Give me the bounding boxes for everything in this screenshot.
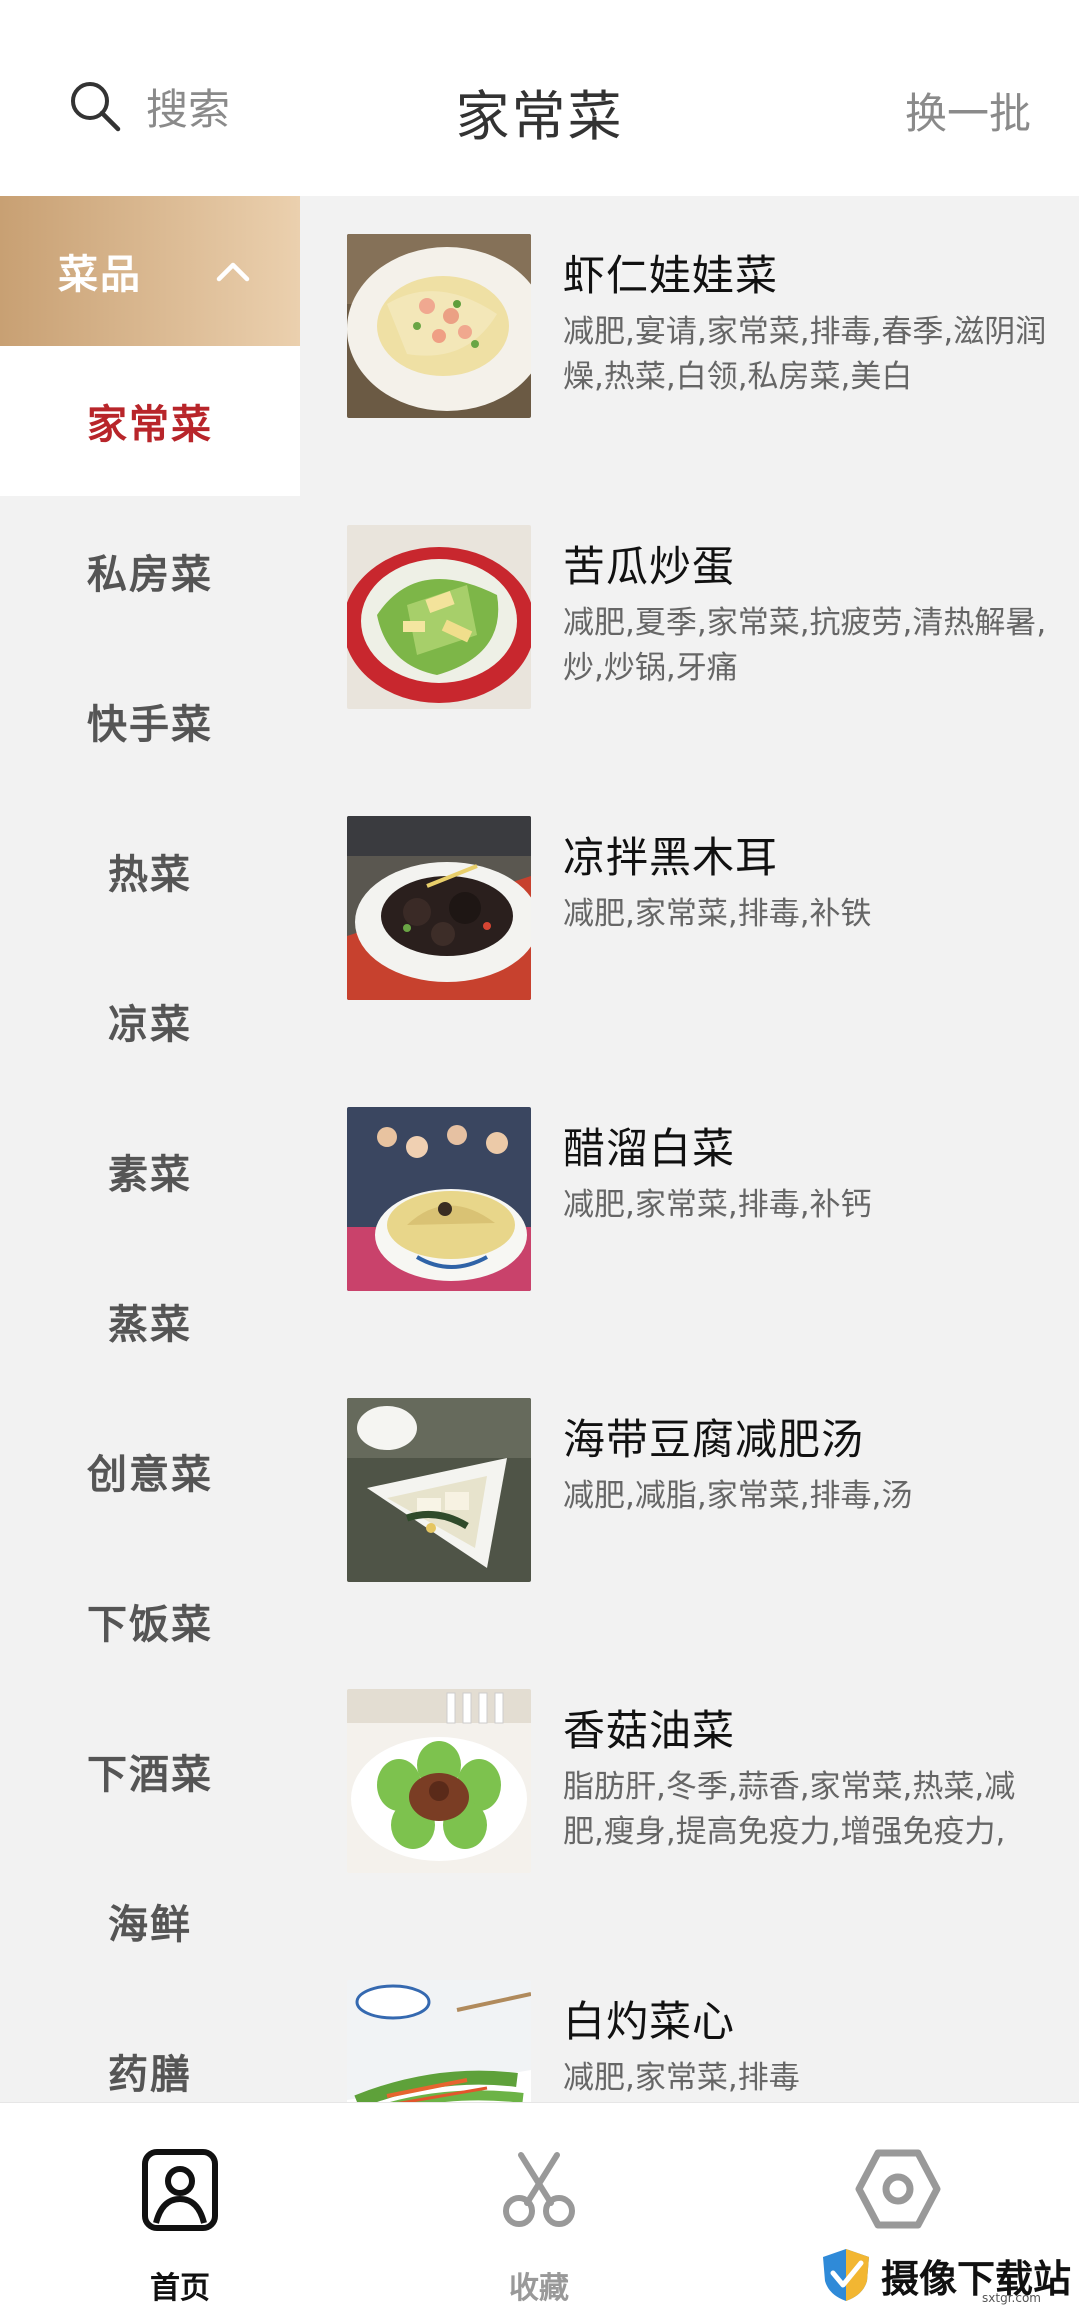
- recipe-thumbnail: [347, 525, 531, 709]
- recipe-tags: 减肥,夏季,家常菜,抗疲劳,清热解暑,炒,炒锅,牙痛: [563, 605, 1047, 686]
- recipe-item[interactable]: 白灼菜心 减肥,家常菜,排毒: [347, 1980, 1067, 2102]
- tab-home-label: 首页: [150, 2271, 210, 2306]
- recipe-title: 虾仁娃娃菜: [563, 251, 779, 300]
- sidebar-item-rice-dishes[interactable]: 下饭菜: [0, 1546, 300, 1696]
- recipe-title: 海带豆腐减肥汤: [563, 1415, 865, 1464]
- tab-favorites[interactable]: 收藏: [449, 2103, 629, 2313]
- settings-hexagon-icon: [855, 2149, 941, 2229]
- recipe-tags: 减肥,家常菜,排毒,补钙: [563, 1187, 872, 1223]
- watermark-url: sxtgr.com: [982, 2291, 1041, 2305]
- recipe-thumbnail: [347, 816, 531, 1000]
- sidebar-item-vegetarian[interactable]: 素菜: [0, 1096, 300, 1246]
- recipe-list: 虾仁娃娃菜 减肥,宴请,家常菜,排毒,春季,滋阴润燥,热菜,白领,私房菜,美白 …: [300, 196, 1079, 2102]
- recipe-item[interactable]: 醋溜白菜 减肥,家常菜,排毒,补钙: [347, 1107, 1067, 1297]
- category-group-label: 菜品: [58, 252, 142, 298]
- tab-favorites-label: 收藏: [509, 2271, 569, 2306]
- sidebar-item-seafood[interactable]: 海鲜: [0, 1846, 300, 1996]
- recipe-title: 苦瓜炒蛋: [563, 542, 736, 591]
- recipe-tags: 减肥,减脂,家常菜,排毒,汤: [563, 1478, 913, 1514]
- recipe-title: 香菇油菜: [563, 1706, 736, 1755]
- sidebar-item-quick-dishes[interactable]: 快手菜: [0, 646, 300, 796]
- sidebar-item-cold-dishes[interactable]: 凉菜: [0, 946, 300, 1096]
- recipe-title: 凉拌黑木耳: [563, 833, 779, 882]
- recipe-item[interactable]: 海带豆腐减肥汤 减肥,减脂,家常菜,排毒,汤: [347, 1398, 1067, 1588]
- chevron-up-icon: [216, 262, 250, 282]
- recipe-item[interactable]: 苦瓜炒蛋 减肥,夏季,家常菜,抗疲劳,清热解暑,炒,炒锅,牙痛: [347, 525, 1067, 715]
- sidebar-item-drinking-dishes[interactable]: 下酒菜: [0, 1696, 300, 1846]
- recipe-tags: 脂肪肝,冬季,蒜香,家常菜,热菜,减肥,瘦身,提高免疫力,增强免疫力,: [563, 1769, 1016, 1850]
- sidebar-item-hot-dishes[interactable]: 热菜: [0, 796, 300, 946]
- category-group-header[interactable]: 菜品: [0, 196, 300, 346]
- recipe-tags: 减肥,宴请,家常菜,排毒,春季,滋阴润燥,热菜,白领,私房菜,美白: [563, 314, 1047, 395]
- recipe-tags: 减肥,家常菜,排毒: [563, 2060, 800, 2096]
- recipe-tags: 减肥,家常菜,排毒,补铁: [563, 896, 872, 932]
- refresh-batch-button[interactable]: 换一批: [905, 80, 1031, 141]
- recipe-thumbnail: [347, 1398, 531, 1582]
- recipe-item[interactable]: 凉拌黑木耳 减肥,家常菜,排毒,补铁: [347, 816, 1067, 1006]
- recipe-item[interactable]: 虾仁娃娃菜 减肥,宴请,家常菜,排毒,春季,滋阴润燥,热菜,白领,私房菜,美白: [347, 234, 1067, 424]
- recipe-item[interactable]: 香菇油菜 脂肪肝,冬季,蒜香,家常菜,热菜,减肥,瘦身,提高免疫力,增强免疫力,: [347, 1689, 1067, 1879]
- watermark-text: 摄像下载站: [880, 2255, 1071, 2301]
- shield-logo-icon: [822, 2249, 869, 2301]
- recipe-thumbnail: [347, 234, 531, 418]
- scissors-icon: [503, 2152, 575, 2227]
- sidebar-item-creative[interactable]: 创意菜: [0, 1396, 300, 1546]
- recipe-thumbnail: [347, 1689, 531, 1873]
- sidebar-item-medicinal[interactable]: 药膳: [0, 1996, 300, 2102]
- site-watermark: 摄像下载站 sxtgr.com: [819, 2247, 1071, 2305]
- recipe-title: 白灼菜心: [563, 1997, 736, 2046]
- tab-home[interactable]: 首页: [90, 2103, 270, 2313]
- bottom-tab-bar: 首页 收藏 摄像下载站 sxtgr.com: [0, 2102, 1079, 2313]
- sidebar-item-steamed[interactable]: 蒸菜: [0, 1246, 300, 1396]
- top-bar: 搜索 家常菜 换一批: [0, 0, 1079, 196]
- profile-card-icon: [142, 2149, 218, 2231]
- category-sidebar: 菜品 家常菜 私房菜 快手菜 热菜 凉菜 素菜 蒸菜 创意菜 下饭菜 下酒菜 海…: [0, 196, 300, 2102]
- recipe-title: 醋溜白菜: [563, 1124, 736, 1173]
- recipe-thumbnail: [347, 1107, 531, 1291]
- recipe-thumbnail: [347, 1980, 531, 2102]
- sidebar-item-private-dishes[interactable]: 私房菜: [0, 496, 300, 646]
- sidebar-item-home-dishes[interactable]: 家常菜: [0, 346, 300, 496]
